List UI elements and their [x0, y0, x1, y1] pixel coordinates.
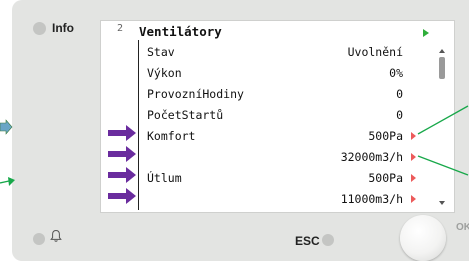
- list-item-komfort-flow[interactable]: 32000m3/h: [141, 147, 403, 167]
- row-value: 0: [396, 108, 403, 122]
- edit-arrow-icon[interactable]: [411, 174, 416, 182]
- row-value: 11000m3/h: [340, 192, 403, 206]
- list-item-komfort-pressure[interactable]: Komfort 500Pa: [141, 126, 403, 146]
- edit-arrow-icon[interactable]: [411, 195, 416, 203]
- scroll-thumb[interactable]: [439, 57, 445, 79]
- info-label: Info: [52, 21, 74, 35]
- ok-label: OK: [456, 222, 469, 233]
- row-label: Komfort: [147, 129, 196, 143]
- screen-number: 2: [117, 23, 124, 34]
- list-item-provozni-hodiny[interactable]: ProvozníHodiny 0: [141, 84, 403, 104]
- screen-divider: [138, 40, 139, 210]
- row-value: 32000m3/h: [340, 150, 403, 164]
- display-screen: 2 Ventilátory Stav Uvolnění Výkon 0% Pro…: [100, 20, 455, 213]
- list-item-vykon[interactable]: Výkon 0%: [141, 63, 403, 83]
- esc-button[interactable]: [322, 234, 334, 246]
- row-label: Stav: [147, 45, 175, 59]
- next-page-icon[interactable]: [423, 29, 429, 37]
- list-item-utlum-flow[interactable]: 11000m3/h: [141, 189, 403, 209]
- alarm-button[interactable]: [33, 233, 45, 245]
- row-value: Uvolnění: [347, 45, 403, 59]
- edit-arrow-icon[interactable]: [411, 132, 416, 140]
- row-value: 500Pa: [368, 129, 403, 143]
- row-value: 0: [396, 87, 403, 101]
- screen-title: Ventilátory: [139, 24, 222, 39]
- list-item-stav[interactable]: Stav Uvolnění: [141, 42, 403, 62]
- row-value: 0%: [389, 66, 403, 80]
- ok-button[interactable]: [400, 215, 446, 261]
- row-label: PočetStartů: [147, 108, 224, 122]
- list-item-utlum-pressure[interactable]: Útlum 500Pa: [141, 168, 403, 188]
- row-label: Útlum: [147, 171, 182, 185]
- edit-arrow-icon[interactable]: [411, 153, 416, 161]
- info-button[interactable]: [33, 22, 46, 35]
- row-label: Výkon: [147, 66, 182, 80]
- scrollbar[interactable]: [438, 49, 447, 207]
- row-label: ProvozníHodiny: [147, 87, 244, 101]
- row-value: 500Pa: [368, 171, 403, 185]
- esc-label: ESC: [295, 234, 320, 248]
- scroll-up-icon[interactable]: [439, 49, 445, 53]
- list-item-pocet-startu[interactable]: PočetStartů 0: [141, 105, 403, 125]
- scroll-down-icon[interactable]: [439, 201, 445, 205]
- bell-icon: [50, 229, 62, 248]
- external-callout-arrow-icon: [0, 119, 13, 135]
